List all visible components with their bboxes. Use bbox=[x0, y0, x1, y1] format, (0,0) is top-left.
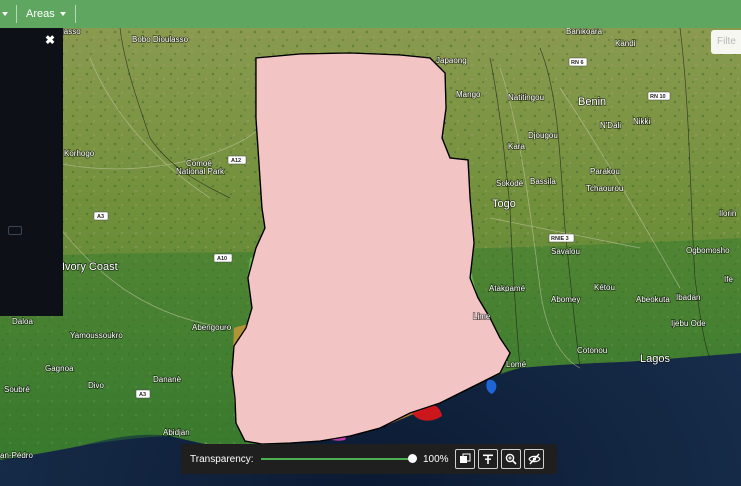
road-badge-label: A10 bbox=[217, 256, 227, 262]
place-label: Yamoussoukro bbox=[70, 331, 123, 340]
place-label: Kara bbox=[508, 142, 525, 151]
road-badge-label: A3 bbox=[139, 392, 146, 398]
place-label: Gagnoa bbox=[45, 364, 74, 373]
place-label: Ijebu Ode bbox=[671, 319, 706, 328]
hide-icon bbox=[527, 453, 541, 465]
place-label: Djougou bbox=[528, 131, 558, 140]
place-label: Abomey bbox=[551, 295, 580, 304]
place-label: Cotonou bbox=[577, 346, 607, 355]
place-label: Ogbomosho bbox=[686, 246, 730, 255]
place-label: Divo bbox=[88, 381, 105, 390]
place-label: Parakou bbox=[590, 167, 620, 176]
place-label: Savalou bbox=[551, 247, 580, 256]
close-icon[interactable]: ✖ bbox=[45, 34, 55, 46]
areas-menu[interactable]: Areas bbox=[17, 0, 75, 28]
place-label: Lime bbox=[473, 312, 491, 321]
road-badge-label: RN 6 bbox=[571, 60, 584, 66]
place-label: Abidjan bbox=[163, 428, 190, 437]
country-label: Benin bbox=[578, 96, 606, 108]
transparency-value: 100% bbox=[423, 453, 449, 465]
top-toolbar: Areas bbox=[0, 0, 741, 28]
road-badge-label: A3 bbox=[97, 214, 104, 220]
place-label: Daloa bbox=[12, 317, 33, 326]
place-label: Nikki bbox=[633, 117, 651, 126]
place-label: Sokodé bbox=[496, 179, 524, 188]
road-badge-label: RNIE 3 bbox=[551, 236, 569, 242]
map-tool-buttons bbox=[455, 449, 544, 469]
place-label: Bobo Dioulasso bbox=[132, 35, 189, 44]
map-canvas[interactable]: lasso Bobo Dioulasso Korhogo Comoé Natio… bbox=[0, 28, 741, 486]
place-label: Lagos bbox=[640, 353, 670, 365]
place-label: Tchaourou bbox=[586, 184, 623, 193]
country-label: Togo bbox=[492, 198, 516, 210]
transparency-slider[interactable] bbox=[261, 453, 417, 465]
place-label: Dananè bbox=[153, 375, 182, 384]
zoom-in-icon bbox=[505, 453, 517, 465]
side-panel: ✖ bbox=[0, 28, 63, 316]
compare-button[interactable] bbox=[478, 449, 498, 469]
place-label: Natitingou bbox=[508, 93, 544, 102]
chevron-down-icon bbox=[59, 12, 66, 16]
place-label: Ilorin bbox=[719, 209, 736, 218]
compare-icon bbox=[483, 454, 493, 464]
zoom-in-button[interactable] bbox=[501, 449, 521, 469]
place-label: Banikoara bbox=[566, 28, 603, 36]
chevron-down-icon bbox=[2, 12, 8, 16]
place-label: Kandi bbox=[615, 39, 636, 48]
place-label: Ife bbox=[724, 275, 733, 284]
transparency-toolbar: Transparency: 100% bbox=[181, 444, 557, 474]
place-label: Lomé bbox=[506, 360, 527, 369]
filter-input[interactable]: Filte bbox=[711, 30, 741, 54]
slider-handle[interactable] bbox=[408, 454, 417, 463]
place-label: Ibadan bbox=[676, 293, 700, 302]
place-label: lasso bbox=[62, 28, 81, 36]
layers-icon bbox=[460, 453, 471, 463]
panel-chip[interactable] bbox=[8, 226, 22, 235]
place-label: an-Pédro bbox=[0, 451, 33, 460]
place-label: Kétou bbox=[594, 283, 615, 292]
country-label: Ivory Coast bbox=[62, 261, 118, 273]
left-menu-dropdown[interactable] bbox=[0, 0, 16, 28]
place-label: N'Dali bbox=[600, 121, 621, 130]
place-label: Korhogo bbox=[64, 149, 95, 158]
road-badge-label: RN 10 bbox=[650, 94, 666, 100]
transparency-label: Transparency: bbox=[190, 453, 254, 465]
hide-layer-button[interactable] bbox=[524, 449, 544, 469]
map-view[interactable]: lasso Bobo Dioulasso Korhogo Comoé Natio… bbox=[0, 28, 741, 486]
place-label: Abeokuta bbox=[636, 295, 670, 304]
place-label: Abengouro bbox=[192, 323, 232, 332]
layers-button[interactable] bbox=[455, 449, 475, 469]
areas-menu-label: Areas bbox=[26, 8, 55, 20]
place-label: Soubré bbox=[4, 385, 30, 394]
road-badge-label: A12 bbox=[231, 158, 241, 164]
toolbar-divider bbox=[74, 5, 76, 23]
place-label: Atakpamé bbox=[489, 284, 526, 293]
place-label: National Park bbox=[176, 167, 225, 176]
slider-fill bbox=[261, 458, 413, 460]
place-label: Mango bbox=[456, 90, 481, 99]
place-label: Bassila bbox=[530, 177, 556, 186]
place-label: Japaong bbox=[436, 56, 467, 65]
